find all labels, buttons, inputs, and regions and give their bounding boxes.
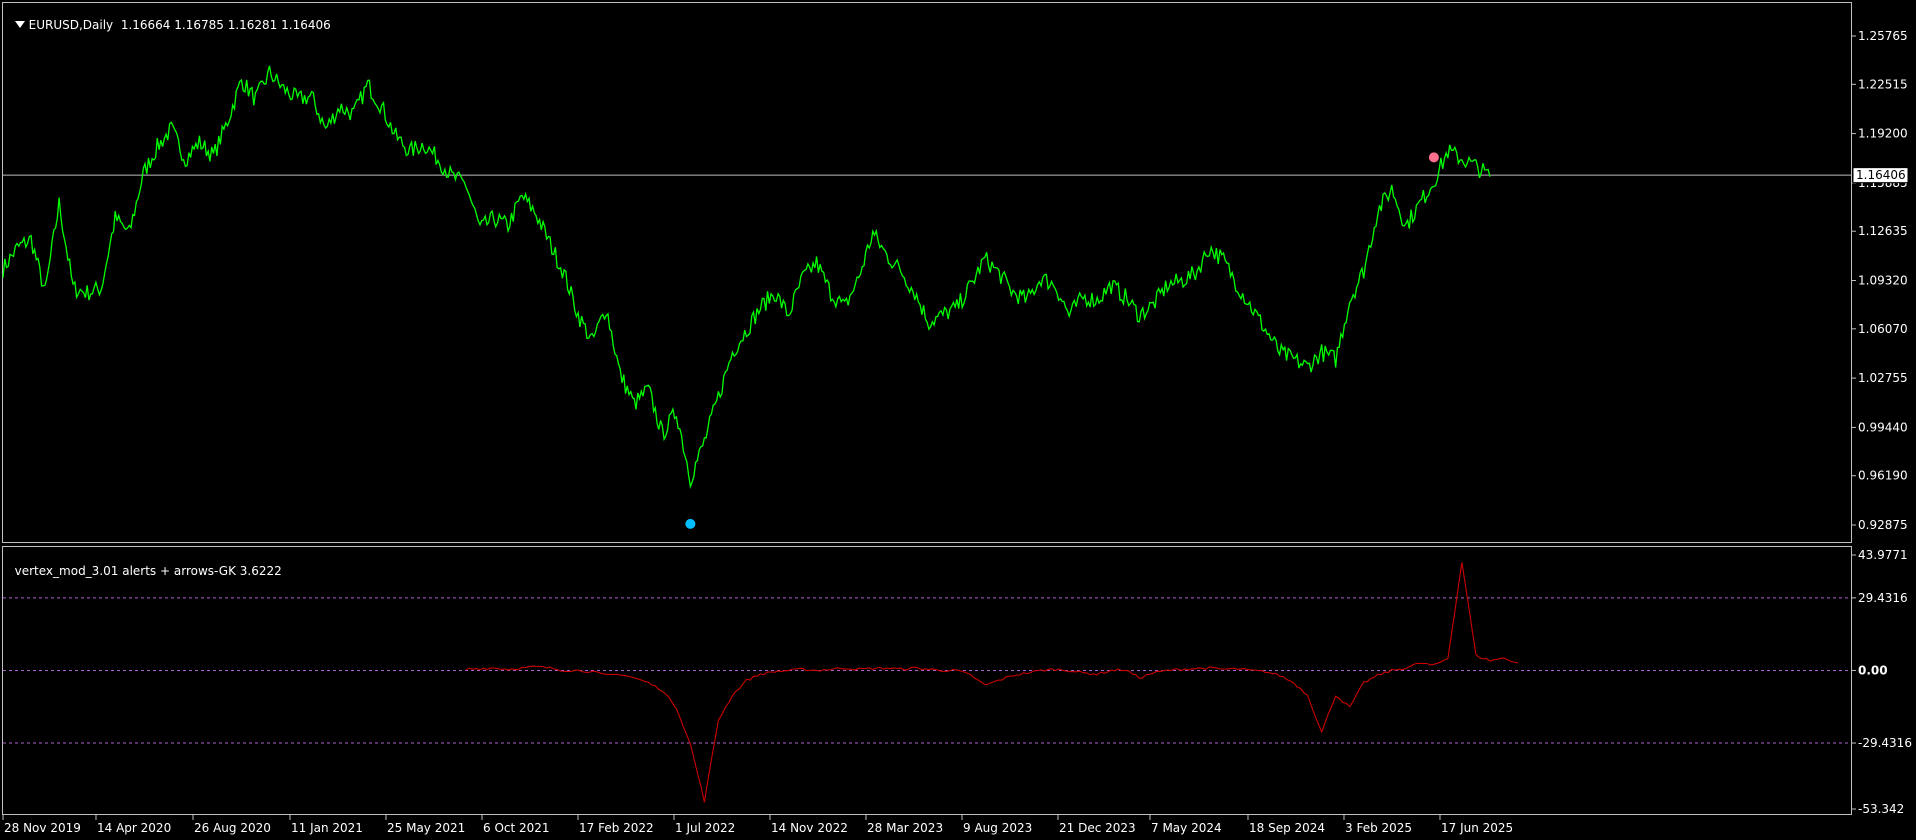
ohlc-values: 1.16664 1.16785 1.16281 1.16406: [120, 18, 331, 32]
indicator-tick-label: -53.342: [1858, 802, 1904, 816]
symbol-label: EURUSD,Daily: [28, 18, 114, 32]
price-tick-label: 0.92875: [1858, 518, 1908, 532]
time-tick-label: 21 Dec 2023: [1059, 821, 1136, 835]
price-tick-label: 0.96190: [1858, 469, 1908, 483]
buy-signal-dot: [685, 518, 696, 529]
indicator-panel-frame: [2, 546, 1852, 815]
time-tick-label: 1 Jul 2022: [675, 821, 735, 835]
symbol-header: EURUSD,Daily 1.16664 1.16785 1.16281 1.1…: [7, 4, 331, 32]
sell-signal-dot: [1428, 152, 1439, 163]
time-tick-label: 9 Aug 2023: [963, 821, 1032, 835]
indicator-series-line: [465, 562, 1519, 803]
indicator-scale: 43.9771 29.4316 0.00 -29.4316 -53.342: [1851, 548, 1912, 816]
price-series-line: [2, 65, 1491, 490]
time-tick-label: 7 May 2024: [1151, 821, 1222, 835]
time-tick-label: 6 Oct 2021: [483, 821, 550, 835]
main-panel-frame: [2, 2, 1852, 543]
time-tick-label: 17 Feb 2022: [579, 821, 654, 835]
time-tick-label: 3 Feb 2025: [1345, 821, 1412, 835]
time-tick-label: 25 May 2021: [387, 821, 465, 835]
price-tick-label: 1.19200: [1858, 127, 1908, 141]
price-tick-label: 1.25765: [1858, 29, 1908, 43]
time-tick-label: 18 Sep 2024: [1249, 821, 1325, 835]
current-price-badge: 1.16406: [1852, 167, 1909, 184]
indicator-tick-label: 0.00: [1858, 663, 1888, 677]
current-price-text: 1.16406: [1856, 168, 1906, 182]
price-tick-label: 1.12635: [1858, 224, 1908, 238]
price-tick-label: 1.06070: [1858, 322, 1908, 336]
indicator-tick-label: -29.4316: [1858, 736, 1912, 750]
indicator-tick-label: 29.4316: [1858, 591, 1908, 605]
indicator-header: vertex_mod_3.01 alerts + arrows-GK 3.622…: [7, 550, 282, 578]
time-tick-label: 11 Jan 2021: [291, 821, 363, 835]
price-tick-label: 1.09320: [1858, 274, 1908, 288]
time-axis: 28 Nov 2019 14 Apr 2020 26 Aug 2020 11 Jan …: [2, 815, 1513, 835]
indicator-label: vertex_mod_3.01 alerts + arrows-GK 3.622…: [14, 564, 282, 578]
price-tick-label: 0.99440: [1858, 420, 1908, 434]
time-tick-label: 14 Nov 2022: [771, 821, 848, 835]
price-tick-label: 1.22515: [1858, 77, 1908, 91]
time-tick-label: 14 Apr 2020: [97, 821, 171, 835]
main-price-scale: 1.257651.225151.192001.158851.126351.093…: [1851, 29, 1908, 532]
price-tick-label: 1.02755: [1858, 371, 1908, 385]
time-tick-label: 17 Jun 2025: [1441, 821, 1513, 835]
indicator-tick-label: 43.9771: [1858, 548, 1908, 562]
dropdown-triangle-icon[interactable]: [14, 21, 25, 28]
chart-canvas[interactable]: 1.257651.225151.192001.158851.126351.093…: [0, 0, 1916, 840]
time-tick-label: 28 Mar 2023: [867, 821, 943, 835]
time-tick-label: 28 Nov 2019: [4, 821, 81, 835]
indicator-levels: [3, 597, 1851, 744]
time-tick-label: 26 Aug 2020: [194, 821, 271, 835]
